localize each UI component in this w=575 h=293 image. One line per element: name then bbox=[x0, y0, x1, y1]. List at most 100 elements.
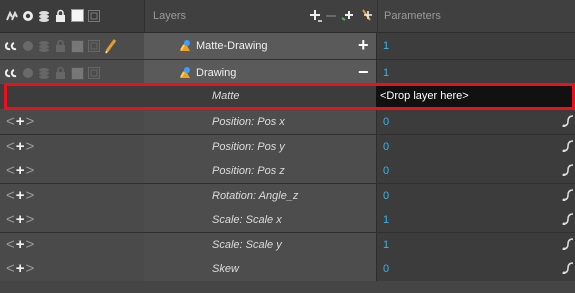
visibility-dot-icon[interactable] bbox=[22, 40, 34, 52]
thumbnail-icon[interactable] bbox=[88, 10, 100, 22]
layer-value-cell[interactable]: 1 bbox=[376, 60, 575, 86]
prev-keyframe-icon[interactable]: < bbox=[6, 260, 16, 277]
visibility-icon[interactable] bbox=[22, 10, 34, 22]
parameter-value-cell[interactable]: 0 bbox=[376, 159, 575, 183]
parameter-value-cell[interactable]: 0 bbox=[376, 257, 575, 281]
function-curve-icon[interactable] bbox=[562, 213, 574, 225]
keyframe-nav-icons[interactable]: <+> bbox=[6, 211, 35, 228]
expand-toggle-icon[interactable]: + bbox=[358, 35, 369, 56]
layer-value[interactable]: 1 bbox=[383, 40, 389, 52]
keyframe-nav-icons[interactable]: <+> bbox=[6, 260, 35, 277]
visibility-dot-icon[interactable] bbox=[22, 67, 34, 79]
parameter-row[interactable]: <+> Skew 0 bbox=[0, 257, 575, 282]
keyframe-nav: <+> bbox=[0, 208, 144, 232]
add-keyframe-icon[interactable]: + bbox=[16, 187, 26, 204]
add-keyframe-icon[interactable]: + bbox=[16, 211, 26, 228]
lock-icon[interactable] bbox=[55, 39, 66, 52]
function-curve-icon[interactable] bbox=[562, 238, 574, 250]
parameter-row[interactable]: <+> Position: Pos z 0 bbox=[0, 159, 575, 184]
prev-keyframe-icon[interactable]: < bbox=[6, 162, 16, 179]
layer-value[interactable]: 1 bbox=[383, 67, 389, 79]
add-layer-icon[interactable] bbox=[309, 9, 323, 23]
keyframe-nav: <+> bbox=[0, 233, 144, 257]
layer-props bbox=[0, 60, 144, 86]
next-keyframe-icon[interactable]: > bbox=[26, 187, 36, 204]
color-swatch-icon[interactable] bbox=[71, 67, 84, 80]
drawing-layer-icon bbox=[180, 67, 190, 78]
parameter-value[interactable]: 0 bbox=[383, 141, 389, 153]
layer-row[interactable]: Matte-Drawing + 1 bbox=[0, 33, 575, 60]
function-curve-icon[interactable] bbox=[562, 164, 574, 176]
layer-value-cell[interactable]: 1 bbox=[376, 33, 575, 59]
layer-name-cell: Matte-Drawing + bbox=[144, 33, 376, 59]
prev-keyframe-icon[interactable]: < bbox=[6, 236, 16, 253]
parameter-row[interactable]: <+> Position: Pos y 0 bbox=[0, 135, 575, 160]
parameter-row[interactable]: <+> Scale: Scale x 1 bbox=[0, 208, 575, 233]
add-keyframe-icon[interactable]: + bbox=[16, 236, 26, 253]
add-keyframe-icon[interactable]: + bbox=[16, 113, 26, 130]
next-keyframe-icon[interactable]: > bbox=[26, 211, 36, 228]
prev-keyframe-icon[interactable]: < bbox=[6, 113, 16, 130]
next-keyframe-icon[interactable]: > bbox=[26, 236, 36, 253]
parameter-value[interactable]: 1 bbox=[383, 214, 389, 226]
add-keyframe-icon[interactable]: + bbox=[16, 260, 26, 277]
layer-row[interactable]: Drawing − 1 bbox=[0, 60, 575, 87]
parameter-value-cell[interactable]: 1 bbox=[376, 208, 575, 232]
parameter-row[interactable]: <+> Rotation: Angle_z 0 bbox=[0, 184, 575, 209]
lock-icon[interactable] bbox=[55, 9, 66, 22]
layer-name[interactable]: Matte-Drawing bbox=[196, 40, 268, 52]
parameter-value[interactable]: 0 bbox=[383, 190, 389, 202]
keyframe-nav-icons[interactable]: <+> bbox=[6, 236, 35, 253]
add-function-icon[interactable] bbox=[359, 8, 373, 23]
parameter-value-cell[interactable]: 0 bbox=[376, 135, 575, 159]
prev-keyframe-icon[interactable]: < bbox=[6, 138, 16, 155]
keyframe-nav: <+> bbox=[0, 159, 144, 183]
parameter-value-cell[interactable]: 0 bbox=[376, 110, 575, 134]
parameters-title: Parameters bbox=[384, 10, 441, 22]
layer-name[interactable]: Drawing bbox=[196, 67, 236, 79]
matte-row[interactable]: Matte <Drop layer here> bbox=[0, 84, 575, 109]
lock-icon[interactable] bbox=[55, 66, 66, 79]
function-curve-icon[interactable] bbox=[562, 189, 574, 201]
keyframe-nav-icons[interactable]: <+> bbox=[6, 113, 35, 130]
matte-drop-text[interactable]: <Drop layer here> bbox=[380, 90, 469, 102]
next-keyframe-icon[interactable]: > bbox=[26, 138, 36, 155]
onion-skin-icon[interactable] bbox=[5, 11, 19, 21]
parameter-value[interactable]: 0 bbox=[383, 116, 389, 128]
add-peg-icon[interactable] bbox=[341, 9, 355, 23]
next-keyframe-icon[interactable]: > bbox=[26, 260, 36, 277]
parameter-row[interactable]: <+> Position: Pos x 0 bbox=[0, 110, 575, 135]
keyframe-nav-icons[interactable]: <+> bbox=[6, 138, 35, 155]
layer-stack-icon[interactable] bbox=[38, 40, 50, 52]
color-swatch-icon[interactable] bbox=[71, 9, 84, 22]
function-curve-icon[interactable] bbox=[562, 115, 574, 127]
collapse-toggle-icon[interactable]: − bbox=[358, 62, 369, 83]
thumbnail-icon[interactable] bbox=[88, 40, 100, 52]
prev-keyframe-icon[interactable]: < bbox=[6, 211, 16, 228]
parameter-row[interactable]: <+> Scale: Scale y 1 bbox=[0, 233, 575, 258]
color-swatch-icon[interactable] bbox=[71, 40, 84, 53]
function-curve-icon[interactable] bbox=[562, 262, 574, 274]
layer-stack-icon[interactable] bbox=[38, 10, 50, 22]
prev-keyframe-icon[interactable]: < bbox=[6, 187, 16, 204]
parameter-value-cell[interactable]: 0 bbox=[376, 184, 575, 208]
parameter-value[interactable]: 0 bbox=[383, 263, 389, 275]
next-keyframe-icon[interactable]: > bbox=[26, 113, 36, 130]
add-keyframe-icon[interactable]: + bbox=[16, 162, 26, 179]
parameter-value[interactable]: 0 bbox=[383, 165, 389, 177]
onion-skin-icon[interactable] bbox=[5, 41, 19, 51]
matte-drop-target[interactable]: <Drop layer here> bbox=[376, 84, 575, 109]
separator-dash-icon bbox=[326, 15, 336, 17]
parameter-label: Position: Pos z bbox=[212, 165, 285, 177]
next-keyframe-icon[interactable]: > bbox=[26, 162, 36, 179]
keyframe-nav-icons[interactable]: <+> bbox=[6, 162, 35, 179]
onion-skin-icon[interactable] bbox=[5, 68, 19, 78]
parameter-value[interactable]: 1 bbox=[383, 239, 389, 251]
pencil-icon[interactable] bbox=[104, 38, 118, 54]
add-keyframe-icon[interactable]: + bbox=[16, 138, 26, 155]
function-curve-icon[interactable] bbox=[562, 140, 574, 152]
thumbnail-icon[interactable] bbox=[88, 67, 100, 79]
keyframe-nav-icons[interactable]: <+> bbox=[6, 187, 35, 204]
parameter-value-cell[interactable]: 1 bbox=[376, 233, 575, 257]
layer-stack-icon[interactable] bbox=[38, 67, 50, 79]
